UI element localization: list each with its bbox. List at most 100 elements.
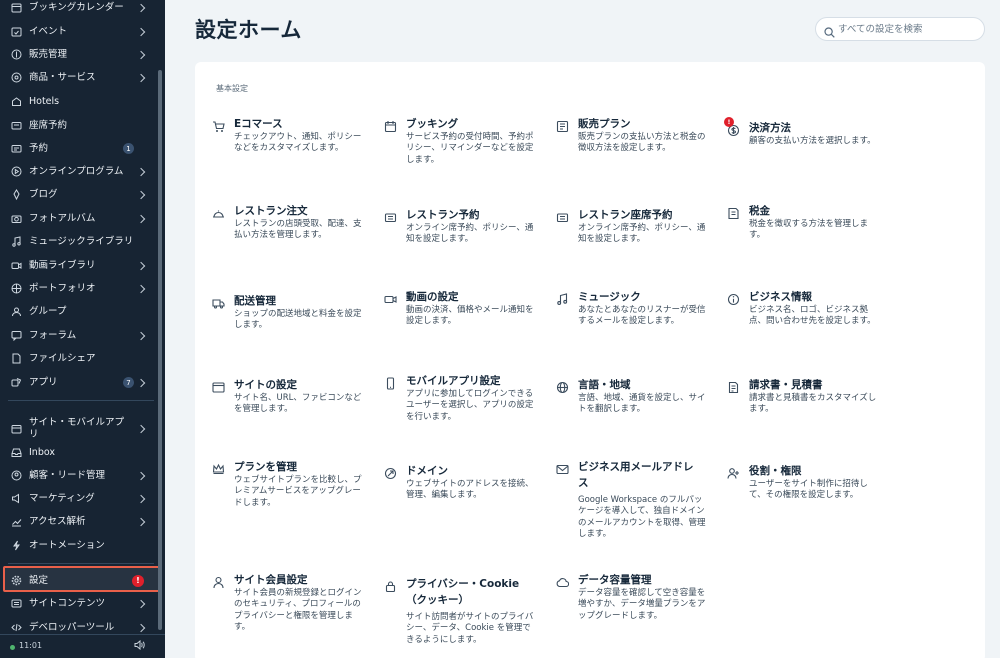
sidebar-item-label: サイトコンテンツ [29,597,106,609]
search-input[interactable] [838,21,978,37]
settings-tile[interactable]: ビジネス用メールアドレス Google Workspace のフルパッケージを導入… [556,461,716,541]
sidebar-item-label: アプリ [29,376,58,388]
tile-title: ビジネス用メールアドレス [578,461,694,489]
speaker-icon[interactable] [134,639,145,653]
mobile-icon [384,375,397,390]
sidebar-item[interactable]: サイトコンテンツ [0,592,156,615]
sidebar-item[interactable]: オートメーション [0,534,156,557]
music-note-icon [556,291,569,305]
sidebar-item[interactable]: ミュージックライブラリ [0,230,156,253]
sidebar-item[interactable]: イベント [0,20,156,43]
video-icon [11,260,22,271]
sidebar-item[interactable]: 予約 1 [0,137,156,160]
tile-description: あなたとあなたのリスナーが受信するメールを設定します。 [578,305,706,327]
settings-tile[interactable]: 動画の設定 動画の決済、価格やメール通知を設定します。 [384,291,544,371]
settings-tile[interactable]: 配送管理 ショップの配送地域と料金を設定します。 [212,295,372,375]
tile-title: ミュージック [578,291,641,303]
settings-tile[interactable]: 税金 税金を徴収する方法を管理します。 [727,205,887,285]
settings-tile[interactable]: プランを管理 ウェブサイトプランを比較し、プレミアムサービスをアップグレードします… [212,461,372,541]
browser-window-icon [212,379,225,393]
sidebar-item-label: オンラインプログラム [29,165,124,177]
sidebar-item[interactable]: 動画ライブラリ [0,254,156,277]
calendar-icon [11,2,22,13]
sidebar-item[interactable]: Hotels [0,90,156,113]
settings-tile[interactable]: データ容量管理 データ容量を確認して空き容量を増やすか、データ増量プランをアップグ… [556,574,716,654]
tile-title: 請求書・見積書 [749,379,823,391]
sidebar-item[interactable]: ポートフォリオ [0,277,156,300]
tile-description: 動画の決済、価格やメール通知を設定します。 [406,305,534,327]
sidebar-item-label: ポートフォリオ [29,282,96,294]
sidebar-item[interactable]: 顧客・リード管理 [0,464,156,487]
settings-tile[interactable]: モバイルアプリ設定 アプリに参加してログインできるユーザーを選択し、アプリの設定を… [384,375,544,455]
settings-tile[interactable]: サイト会員設定 サイト会員の新規登録とログインのセキュリティ、プロフィールのプライ… [212,574,372,654]
roles-icon [727,465,740,479]
tile-title: データ容量管理 [578,574,652,586]
settings-tile[interactable]: レストラン予約 オンライン席予約、ポリシー、通知を設定します。 [384,209,544,289]
tile-title: 販売プラン [578,118,631,130]
sidebar-item[interactable]: マーケティング [0,487,156,510]
chevron-right-icon [136,167,146,176]
sidebar-item-label: フォーラム [29,329,77,341]
settings-tile[interactable]: 役割・権限 ユーザーをサイト制作に招待して、その権限を設定します。 [727,465,887,545]
sidebar-item[interactable]: 販売管理 [0,43,156,66]
sidebar-item-label: ブログ [29,188,58,200]
member-icon [212,574,225,589]
settings-tile[interactable]: 販売プラン 販売プランの支払い方法と税金の徴収方法を設定します。 [556,118,716,198]
apps-icon [11,377,22,388]
sidebar-item[interactable]: フォトアルバム [0,207,156,230]
tile-title: サイトの設定 [234,379,297,391]
settings-tile[interactable]: Eコマース チェックアウト、通知、ポリシーなどをカスタマイズします。 [212,118,372,198]
settings-tile[interactable]: ドメイン ウェブサイトのアドレスを接続、管理、編集します。 [384,465,544,545]
tax-icon [727,205,740,220]
tile-title: サイト会員設定 [234,574,308,586]
tile-title: ビジネス情報 [749,291,812,303]
sidebar-item-label: イベント [29,25,68,37]
sidebar-item[interactable]: ブッキングカレンダー [0,0,156,19]
settings-tile[interactable]: ! 決済方法 顧客の支払い方法を選択します。 [724,117,887,202]
dollar-icon [11,49,22,60]
sidebar-item[interactable]: Inbox [0,441,156,464]
tile-description: オンライン席予約、ポリシー、通知を設定します。 [406,223,534,245]
sidebar-scrollbar[interactable] [158,70,162,630]
chevron-right-icon [136,494,146,503]
sidebar-item-label: ミュージックライブラリ [29,235,134,247]
sidebar-item[interactable]: 設定! [0,569,156,592]
settings-tile[interactable]: レストラン座席予約 オンライン席予約、ポリシー、通知を設定します。 [556,209,716,289]
settings-tile[interactable]: プライバシー・Cookie（クッキー） サイト訪問者がサイトのプライバシー、データ… [384,578,544,658]
sidebar-item[interactable]: オンラインプログラム [0,160,156,183]
sidebar-item[interactable]: ブログ [0,183,156,206]
chevron-right-icon [136,599,146,608]
settings-tile[interactable]: 請求書・見積書 請求書と見積書をカスタマイズします。 [727,379,887,459]
program-icon [11,166,22,177]
settings-tile[interactable]: ブッキング サービス予約の受付時間、予約ポリシー、リマインダーなどを設定します。 [384,118,544,198]
settings-tile[interactable]: ビジネス情報 ビジネス名、ロゴ、ビジネス拠点、問い合わせ先を設定します。 [727,291,887,371]
settings-tile[interactable]: ミュージックあなたとあなたのリスナーが受信するメールを設定します。 [556,291,716,371]
sidebar-item[interactable]: フォーラム [0,324,156,347]
domain-icon [384,465,397,480]
code-icon [11,622,22,633]
tile-title: Eコマース [234,118,283,130]
file-share-icon [11,353,22,364]
sidebar-divider [8,563,154,564]
settings-search[interactable] [815,17,985,41]
settings-tile[interactable]: レストラン注文 レストランの店頭受取、配達、支払い方法を管理します。 [212,205,372,285]
sidebar-item-label: Hotels [29,95,60,107]
sidebar-item[interactable]: アプリ 7 [0,371,156,394]
sidebar-item[interactable]: 商品・サービス [0,66,156,89]
sidebar: ブッキングカレンダーイベント販売管理 商品・サービス Hotels 座席予約 予約 1 オン… [0,0,165,658]
sidebar-item[interactable]: アクセス解析 [0,510,156,533]
settings-tile[interactable]: サイトの設定サイト名、URL、ファビコンなどを管理します。 [212,379,372,459]
sidebar-item[interactable]: ファイルシェア [0,347,156,370]
sidebar-item[interactable]: 座席予約 [0,114,156,137]
hotel-icon [11,96,22,107]
sidebar-item-label: サイト・モバイルアプリ [29,417,125,440]
tile-description: サイト名、URL、ファビコンなどを管理します。 [234,393,362,415]
sidebar-item[interactable]: グループ [0,300,156,323]
settings-tile[interactable]: 言語・地域 言語、地域、通貨を設定し、サイトを翻訳します。 [556,379,716,459]
seat-icon [11,120,22,131]
contacts-icon [11,470,22,481]
chevron-right-icon [136,284,146,293]
sidebar-item-label: フォトアルバム [29,212,96,224]
mail-icon [556,461,569,475]
sidebar-item-label: 予約 [29,142,49,154]
